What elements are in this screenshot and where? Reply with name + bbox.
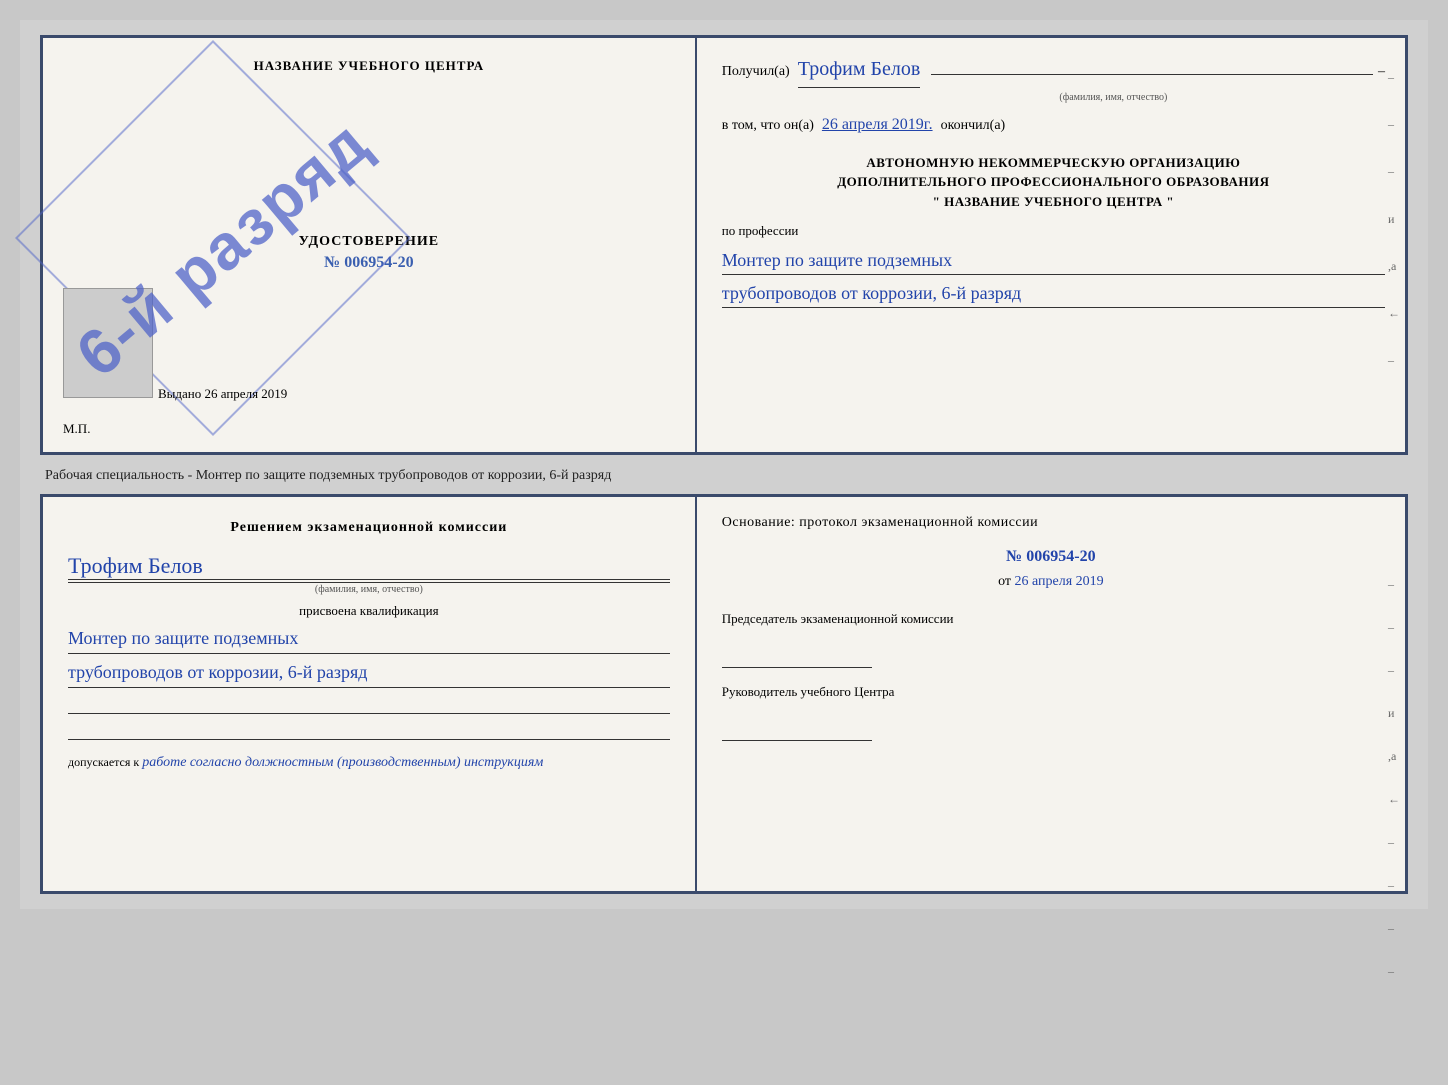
chairman-label: Председатель экзаменационной комиссии: [722, 610, 1380, 628]
basis-title: Основание: протокол экзаменационной коми…: [722, 512, 1380, 533]
assigned-qual-label: присвоена квалификация: [68, 603, 670, 619]
profession-line2: трубопроводов от коррозии, 6-й разряд: [722, 280, 1385, 308]
qual-line1: Монтер по защите подземных: [68, 624, 670, 654]
middle-text: Рабочая специальность - Монтер по защите…: [40, 465, 1408, 486]
org-line1: АВТОНОМНУЮ НЕКОММЕРЧЕСКУЮ ОРГАНИЗАЦИЮ: [722, 153, 1385, 173]
protocol-number: № 006954-20: [722, 548, 1380, 566]
chairman-block: Председатель экзаменационной комиссии: [722, 610, 1380, 668]
blank-line-2: [68, 720, 670, 740]
org-block: АВТОНОМНУЮ НЕКОММЕРЧЕСКУЮ ОРГАНИЗАЦИЮ ДО…: [722, 153, 1385, 212]
dash-separator: –: [1378, 61, 1385, 83]
bottom-document: Решением экзаменационной комиссии Трофим…: [40, 494, 1408, 894]
qual-line2: трубопроводов от коррозии, 6-й разряд: [68, 658, 670, 688]
stamp-text: 6-й разряд: [62, 105, 383, 392]
profession-label: по профессии: [722, 221, 1385, 242]
top-doc-right: Получил(а) Трофим Белов – (фамилия, имя,…: [697, 38, 1405, 452]
received-line: Получил(а) Трофим Белов –: [722, 53, 1385, 88]
page-wrapper: НАЗВАНИЕ УЧЕБНОГО ЦЕНТРА 6-й разряд УДОС…: [20, 20, 1428, 909]
chairman-signature-line: [722, 648, 872, 668]
date-prefix: от: [998, 574, 1011, 589]
stamp-diagonal: 6-й разряд: [93, 118, 353, 378]
issued-label: Выдано: [158, 386, 201, 401]
profession-line1: Монтер по защите подземных: [722, 247, 1385, 275]
in-that-label: в том, что он(а): [722, 115, 814, 137]
bottom-doc-left: Решением экзаменационной комиссии Трофим…: [43, 497, 697, 891]
blank-line-1: [68, 694, 670, 714]
top-document: НАЗВАНИЕ УЧЕБНОГО ЦЕНТРА 6-й разряд УДОС…: [40, 35, 1408, 455]
completed-label: окончил(а): [941, 115, 1006, 137]
issued-date-value: 26 апреля 2019: [205, 386, 288, 401]
received-label: Получил(а): [722, 61, 790, 83]
allowed-label: допускается к работе согласно должностны…: [68, 755, 670, 771]
org-line2: ДОПОЛНИТЕЛЬНОГО ПРОФЕССИОНАЛЬНОГО ОБРАЗО…: [722, 172, 1385, 192]
top-doc-left: НАЗВАНИЕ УЧЕБНОГО ЦЕНТРА 6-й разряд УДОС…: [43, 38, 697, 452]
recipient-name: Трофим Белов: [798, 53, 921, 88]
protocol-date-value: 26 апреля 2019: [1015, 574, 1104, 589]
dash-line-1: [931, 74, 1373, 75]
allowed-text: работе согласно должностным (производств…: [142, 755, 543, 770]
issued-date-left: Выдано 26 апреля 2019: [158, 386, 287, 402]
person-subtext-bottom: (фамилия, имя, отчество): [68, 582, 670, 595]
completion-date: 26 апреля 2019г.: [822, 112, 933, 138]
decision-title: Решением экзаменационной комиссии: [68, 517, 670, 538]
bottom-doc-right: Основание: протокол экзаменационной коми…: [697, 497, 1405, 891]
in-that-line: в том, что он(а) 26 апреля 2019г. окончи…: [722, 112, 1385, 138]
person-name-bottom: Трофим Белов: [68, 553, 670, 580]
side-dashes-bottom: – – – и ,а ← – – – –: [1388, 577, 1400, 979]
school-name-top: НАЗВАНИЕ УЧЕБНОГО ЦЕНТРА: [254, 58, 485, 74]
side-dashes-top: – – – и ,а ← –: [1388, 68, 1400, 370]
protocol-date: от 26 апреля 2019: [722, 574, 1380, 590]
org-line3: " НАЗВАНИЕ УЧЕБНОГО ЦЕНТРА ": [722, 192, 1385, 212]
allowed-prefix: допускается к: [68, 755, 139, 769]
recipient-subtext: (фамилия, имя, отчество): [842, 90, 1385, 106]
mp-label: М.П.: [63, 421, 90, 437]
director-label: Руководитель учебного Центра: [722, 683, 1380, 701]
director-signature-line: [722, 721, 872, 741]
